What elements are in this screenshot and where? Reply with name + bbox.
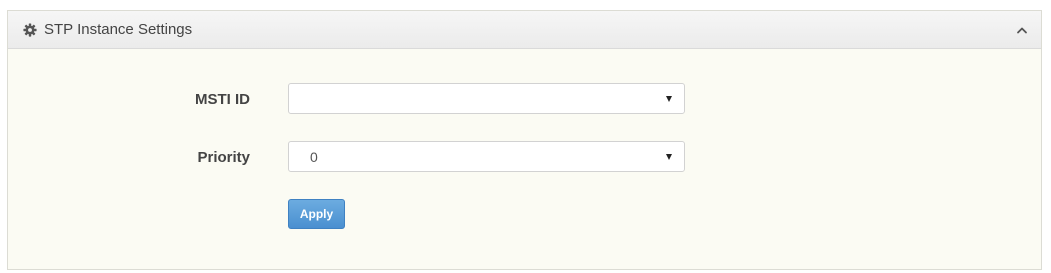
priority-select-value: 0: [310, 149, 318, 165]
msti-id-select[interactable]: [288, 83, 685, 114]
msti-id-label: MSTI ID: [195, 91, 250, 108]
gear-icon: [23, 23, 37, 37]
priority-select[interactable]: 0: [288, 141, 685, 172]
chevron-up-icon[interactable]: [1014, 22, 1030, 38]
stp-instance-settings-panel: STP Instance Settings MSTI ID Priority 0…: [7, 10, 1042, 270]
panel-title: STP Instance Settings: [44, 21, 193, 38]
apply-button[interactable]: Apply: [288, 199, 345, 229]
msti-id-dropdown-arrow-icon: [666, 96, 672, 102]
panel-header: STP Instance Settings: [8, 11, 1041, 49]
priority-label: Priority: [197, 149, 250, 166]
priority-dropdown-arrow-icon: [666, 154, 672, 160]
